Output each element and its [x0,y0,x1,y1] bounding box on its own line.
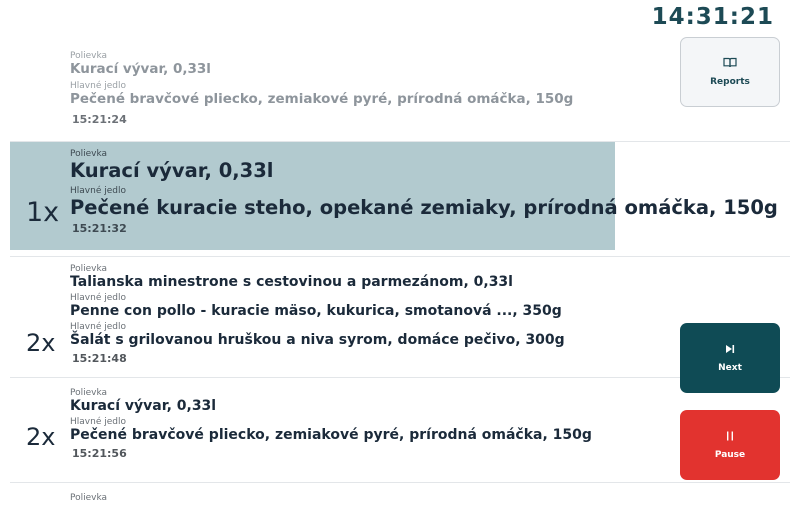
order-card[interactable]: 2x Polievka Talianska minestrone s cesto… [10,257,790,378]
menu-item: Kurací vývar, 0,33l [70,159,274,182]
order-time: 15:21:24 [72,113,127,126]
skip-next-icon [726,344,735,353]
order-time: 15:21:32 [72,222,127,235]
order-count: 2x [26,423,56,451]
category-label: Hlavné jedlo [70,293,126,303]
order-card[interactable]: 2x Polievka Kurací vývar, 0,33l Hlavné j… [10,378,790,483]
next-label: Next [718,362,742,373]
reports-button[interactable]: Reports [680,37,780,107]
category-label: Polievka [70,493,108,503]
order-card[interactable]: Polievka [10,483,790,513]
order-card[interactable]: Polievka Kurací vývar, 0,33l Hlavné jedl… [10,40,790,142]
category-label: Polievka [70,149,108,159]
menu-item: Pečené kuracie steho, opekané zemiaky, p… [70,196,778,219]
pause-label: Pause [714,449,746,460]
menu-item: Talianska minestrone s cestovinou a parm… [70,274,513,290]
pause-icon [727,431,733,440]
pause-button[interactable]: Pause [680,410,780,480]
book-icon [723,57,737,68]
order-card-selected[interactable]: 1x Polievka Kurací vývar, 0,33l Hlavné j… [10,142,790,257]
next-button[interactable]: Next [680,323,780,393]
category-label: Polievka [70,264,108,274]
reports-label: Reports [710,77,750,87]
order-list: Polievka Kurací vývar, 0,33l Hlavné jedl… [10,40,790,513]
clock: 14:31:21 [651,4,774,30]
category-label: Hlavné jedlo [70,186,126,196]
menu-item: Penne con pollo - kuracie mäso, kukurica… [70,303,562,319]
order-count: 2x [26,329,56,357]
